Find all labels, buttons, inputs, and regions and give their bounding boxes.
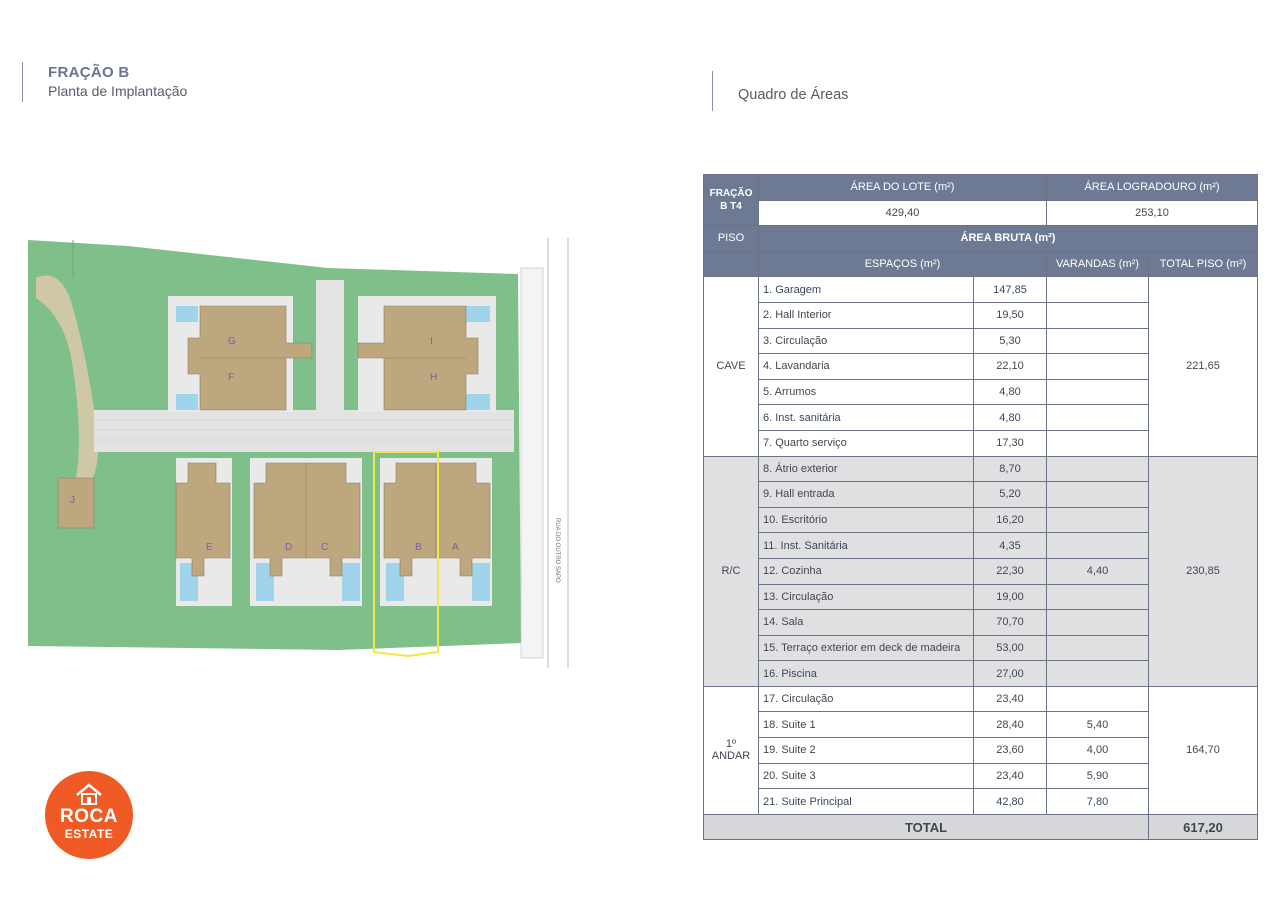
lot-label-h: H (430, 372, 437, 383)
lot-label-j: J (70, 495, 75, 506)
space-name: 20. Suite 3 (758, 762, 974, 790)
space-name: 3. Circulação (758, 327, 974, 355)
lot-label-c: C (321, 542, 328, 553)
space-area: 4,80 (973, 404, 1047, 431)
lot-label-a: A (452, 542, 459, 553)
space-name: 10. Escritório (758, 506, 974, 534)
total-label: TOTAL (703, 813, 1149, 841)
lot-label-e: E (206, 542, 213, 553)
yard-area-value: 253,10 (1045, 199, 1259, 227)
table-section-title: Quadro de Áreas (738, 87, 849, 103)
space-area: 17,30 (973, 429, 1047, 457)
floor-name: CAVE (703, 276, 759, 457)
lot-label-i: I (430, 336, 433, 347)
floor-name: 1º ANDAR (703, 685, 759, 815)
space-area: 22,30 (973, 557, 1047, 585)
space-name: 4. Lavandaria (758, 353, 974, 380)
space-area: 23,40 (973, 762, 1047, 790)
gross-area-header: ÁREA BRUTA (m²) (757, 225, 1259, 252)
space-veranda (1046, 327, 1149, 355)
areas-table: FRAÇÃO B T4 ÁREA DO LOTE (m²) ÁREA LOGRA… (703, 173, 1259, 841)
space-veranda (1046, 301, 1149, 329)
space-area: 4,80 (973, 378, 1047, 406)
space-name: 11. Inst. Sanitária (758, 532, 974, 559)
lot-label-b: B (415, 542, 422, 553)
space-area: 16,20 (973, 506, 1047, 534)
site-plan: G F I H E D C B A J RUA DO OUTRO SAPO (28, 238, 569, 668)
space-name: 12. Cozinha (758, 557, 974, 585)
page-title: FRAÇÃO B (48, 64, 130, 81)
space-name: 7. Quarto serviço (758, 429, 974, 457)
space-veranda (1046, 276, 1149, 303)
street-label: RUA DO OUTRO SAPO (554, 518, 560, 583)
central-walkway (316, 280, 344, 412)
floor-name: R/C (703, 455, 759, 687)
right-header-divider (712, 71, 713, 111)
yard-area-header: ÁREA LOGRADOURO (m²) (1045, 174, 1259, 201)
space-name: 14. Sala (758, 609, 974, 636)
space-name: 17. Circulação (758, 685, 974, 713)
space-area: 5,30 (973, 327, 1047, 355)
space-name: 18. Suite 1 (758, 711, 974, 739)
space-name: 6. Inst. sanitária (758, 404, 974, 431)
floor-total: 164,70 (1147, 685, 1259, 815)
lot-label-d: D (285, 542, 292, 553)
space-name: 9. Hall entrada (758, 481, 974, 508)
courtyard (94, 410, 514, 452)
space-area: 8,70 (973, 455, 1047, 483)
space-area: 147,85 (973, 276, 1047, 303)
space-area: 42,80 (973, 788, 1047, 815)
lot-label-g: G (228, 336, 236, 347)
space-name: 13. Circulação (758, 583, 974, 611)
roca-estate-logo: ROCA ESTATE (45, 771, 133, 859)
space-area: 53,00 (973, 634, 1047, 662)
left-header-divider (22, 62, 23, 102)
space-name: 1. Garagem (758, 276, 974, 303)
space-area: 19,50 (973, 301, 1047, 329)
logo-text-estate: ESTATE (64, 827, 114, 841)
space-veranda (1046, 378, 1149, 406)
space-area: 22,10 (973, 353, 1047, 380)
verandas-header: VARANDAS (m²) (1046, 250, 1149, 278)
space-name: 5. Arrumos (758, 378, 974, 406)
space-name: 8. Átrio exterior (758, 455, 974, 483)
road (520, 267, 544, 659)
total-floor-header: TOTAL PISO (m²) (1147, 250, 1259, 278)
space-veranda (1046, 404, 1149, 431)
space-area: 23,40 (973, 685, 1047, 713)
space-veranda (1046, 429, 1149, 457)
outbuilding-j (57, 477, 95, 529)
page-subtitle: Planta de Implantação (48, 83, 188, 99)
total-value: 617,20 (1147, 813, 1259, 841)
space-veranda: 5,40 (1046, 711, 1149, 739)
space-area: 28,40 (973, 711, 1047, 739)
space-area: 19,00 (973, 583, 1047, 611)
space-veranda (1046, 685, 1149, 713)
space-area: 23,60 (973, 737, 1047, 764)
space-area: 5,20 (973, 481, 1047, 508)
space-name: 15. Terraço exterior em deck de madeira (758, 634, 974, 662)
space-name: 21. Suite Principal (758, 788, 974, 815)
space-name: 2. Hall Interior (758, 301, 974, 329)
space-name: 16. Piscina (758, 660, 974, 687)
space-area: 4,35 (973, 532, 1047, 559)
logo-text-roca: ROCA (60, 806, 118, 827)
space-veranda: 4,00 (1046, 737, 1149, 764)
spaces-header: ESPAÇOS (m²) (758, 250, 1047, 278)
lot-label-f: F (228, 372, 234, 383)
space-area: 27,00 (973, 660, 1047, 687)
space-veranda: 5,90 (1046, 762, 1149, 790)
space-veranda: 7,80 (1046, 788, 1149, 815)
space-name: 19. Suite 2 (758, 737, 974, 764)
house-icon (76, 783, 102, 805)
space-area: 70,70 (973, 609, 1047, 636)
space-veranda (1046, 353, 1149, 380)
lot-area-value: 429,40 (758, 199, 1047, 227)
lot-area-header: ÁREA DO LOTE (m²) (758, 174, 1047, 201)
floor-total: 230,85 (1147, 455, 1259, 687)
floor-total: 221,65 (1147, 276, 1259, 457)
floor-header: PISO (703, 225, 759, 252)
fraction-label: FRAÇÃO B T4 (703, 173, 759, 227)
veranda-total: 4,40 (1046, 557, 1149, 585)
